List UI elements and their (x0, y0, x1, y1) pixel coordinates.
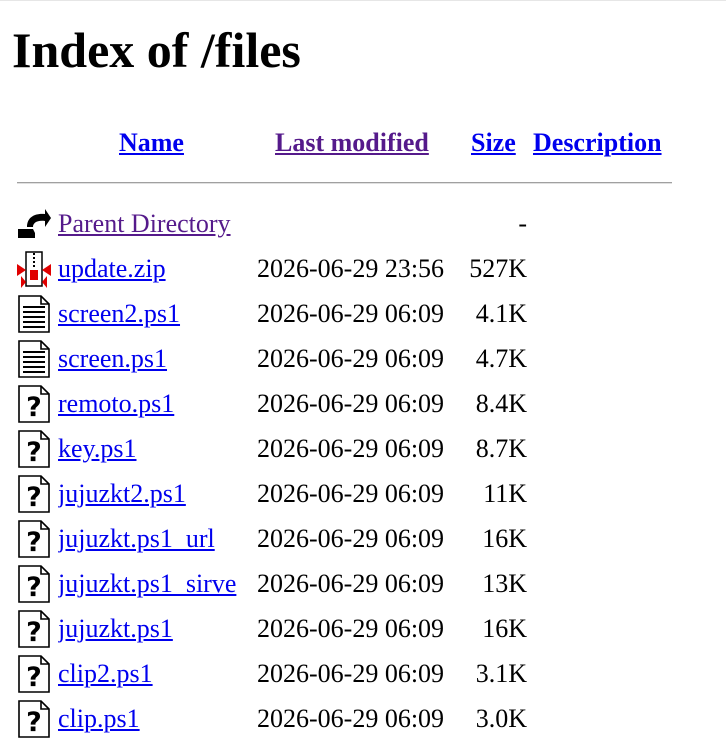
file-link[interactable]: jujuzkt.ps1_url (58, 517, 251, 561)
file-size: 16K (482, 524, 527, 553)
svg-text:?: ? (26, 482, 42, 513)
unknown-file-icon: ? (17, 565, 51, 603)
file-link[interactable]: jujuzkt2.ps1 (58, 472, 251, 516)
file-row: ? jujuzkt2.ps1 2026-06-29 06:09 11K (0, 472, 726, 516)
svg-text:?: ? (26, 662, 42, 693)
svg-text:?: ? (26, 392, 42, 423)
file-size: 4.1K (475, 299, 527, 328)
header-divider (17, 182, 672, 184)
file-row: ? clip2.ps1 2026-06-29 06:09 3.1K (0, 652, 726, 696)
file-link[interactable]: clip2.ps1 (58, 652, 251, 696)
file-row: ? jujuzkt.ps1 2026-06-29 06:09 16K (0, 607, 726, 651)
file-size: 3.0K (475, 704, 527, 733)
file-row: update.zip 2026-06-29 23:56 527K (0, 247, 726, 291)
file-row: screen2.ps1 2026-06-29 06:09 4.1K (0, 292, 726, 336)
unknown-file-icon: ? (17, 475, 51, 513)
file-link[interactable]: jujuzkt.ps1 (58, 607, 251, 651)
file-size: 11K (483, 479, 527, 508)
last-modified: 2026-06-29 06:09 (257, 344, 445, 373)
unknown-file-icon: ? (17, 655, 51, 693)
unknown-file-icon: ? (17, 700, 51, 738)
file-row: ? jujuzkt.ps1_url 2026-06-29 06:09 16K (0, 517, 726, 561)
file-row: screen.ps1 2026-06-29 06:09 4.7K (0, 337, 726, 381)
unknown-file-icon: ? (17, 430, 51, 468)
file-size: 527K (469, 254, 527, 283)
svg-text:?: ? (26, 437, 42, 468)
text-file-icon (17, 295, 51, 333)
column-header-name[interactable]: Name (119, 125, 184, 161)
svg-text:?: ? (26, 617, 42, 648)
last-modified: 2026-06-29 06:09 (257, 569, 445, 598)
file-link[interactable]: jujuzkt.ps1_sirve (58, 562, 251, 606)
file-link[interactable]: screen2.ps1 (58, 292, 251, 336)
file-size: - (518, 209, 527, 238)
file-size: 13K (482, 569, 527, 598)
last-modified: 2026-06-29 06:09 (257, 389, 445, 418)
svg-text:?: ? (26, 572, 42, 603)
file-link[interactable]: key.ps1 (58, 427, 251, 471)
last-modified: 2026-06-29 23:56 (257, 254, 445, 283)
column-header-size[interactable]: Size (471, 125, 516, 161)
page-title: Index of /files (12, 22, 301, 78)
file-link[interactable]: clip.ps1 (58, 697, 251, 741)
back-icon (17, 205, 51, 243)
column-header-description[interactable]: Description (533, 125, 662, 161)
file-row: ? jujuzkt.ps1_sirve 2026-06-29 06:09 13K (0, 562, 726, 606)
file-link[interactable]: screen.ps1 (58, 337, 251, 381)
parent-directory-row: Parent Directory - (0, 202, 726, 246)
file-size: 4.7K (475, 344, 527, 373)
column-header-last-modified[interactable]: Last modified (275, 125, 429, 161)
file-size: 8.7K (475, 434, 527, 463)
last-modified: 2026-06-29 06:09 (257, 299, 445, 328)
last-modified: 2026-06-29 06:09 (257, 704, 445, 733)
text-file-icon (17, 340, 51, 378)
file-row: ? key.ps1 2026-06-29 06:09 8.7K (0, 427, 726, 471)
svg-text:?: ? (26, 527, 42, 558)
file-size: 16K (482, 614, 527, 643)
compressed-icon (17, 250, 51, 288)
last-modified: 2026-06-29 06:09 (257, 434, 445, 463)
unknown-file-icon: ? (17, 385, 51, 423)
unknown-file-icon: ? (17, 610, 51, 648)
parent-directory-link[interactable]: Parent Directory (58, 202, 251, 246)
file-link[interactable]: remoto.ps1 (58, 382, 251, 426)
file-size: 3.1K (475, 659, 527, 688)
last-modified: 2026-06-29 06:09 (257, 659, 445, 688)
unknown-file-icon: ? (17, 520, 51, 558)
file-row: ? clip.ps1 2026-06-29 06:09 3.0K (0, 697, 726, 741)
svg-text:?: ? (26, 707, 42, 738)
last-modified: 2026-06-29 06:09 (257, 524, 445, 553)
last-modified: 2026-06-29 06:09 (257, 479, 445, 508)
file-link[interactable]: update.zip (58, 247, 251, 291)
file-size: 8.4K (475, 389, 527, 418)
last-modified: 2026-06-29 06:09 (257, 614, 445, 643)
file-row: ? remoto.ps1 2026-06-29 06:09 8.4K (0, 382, 726, 426)
